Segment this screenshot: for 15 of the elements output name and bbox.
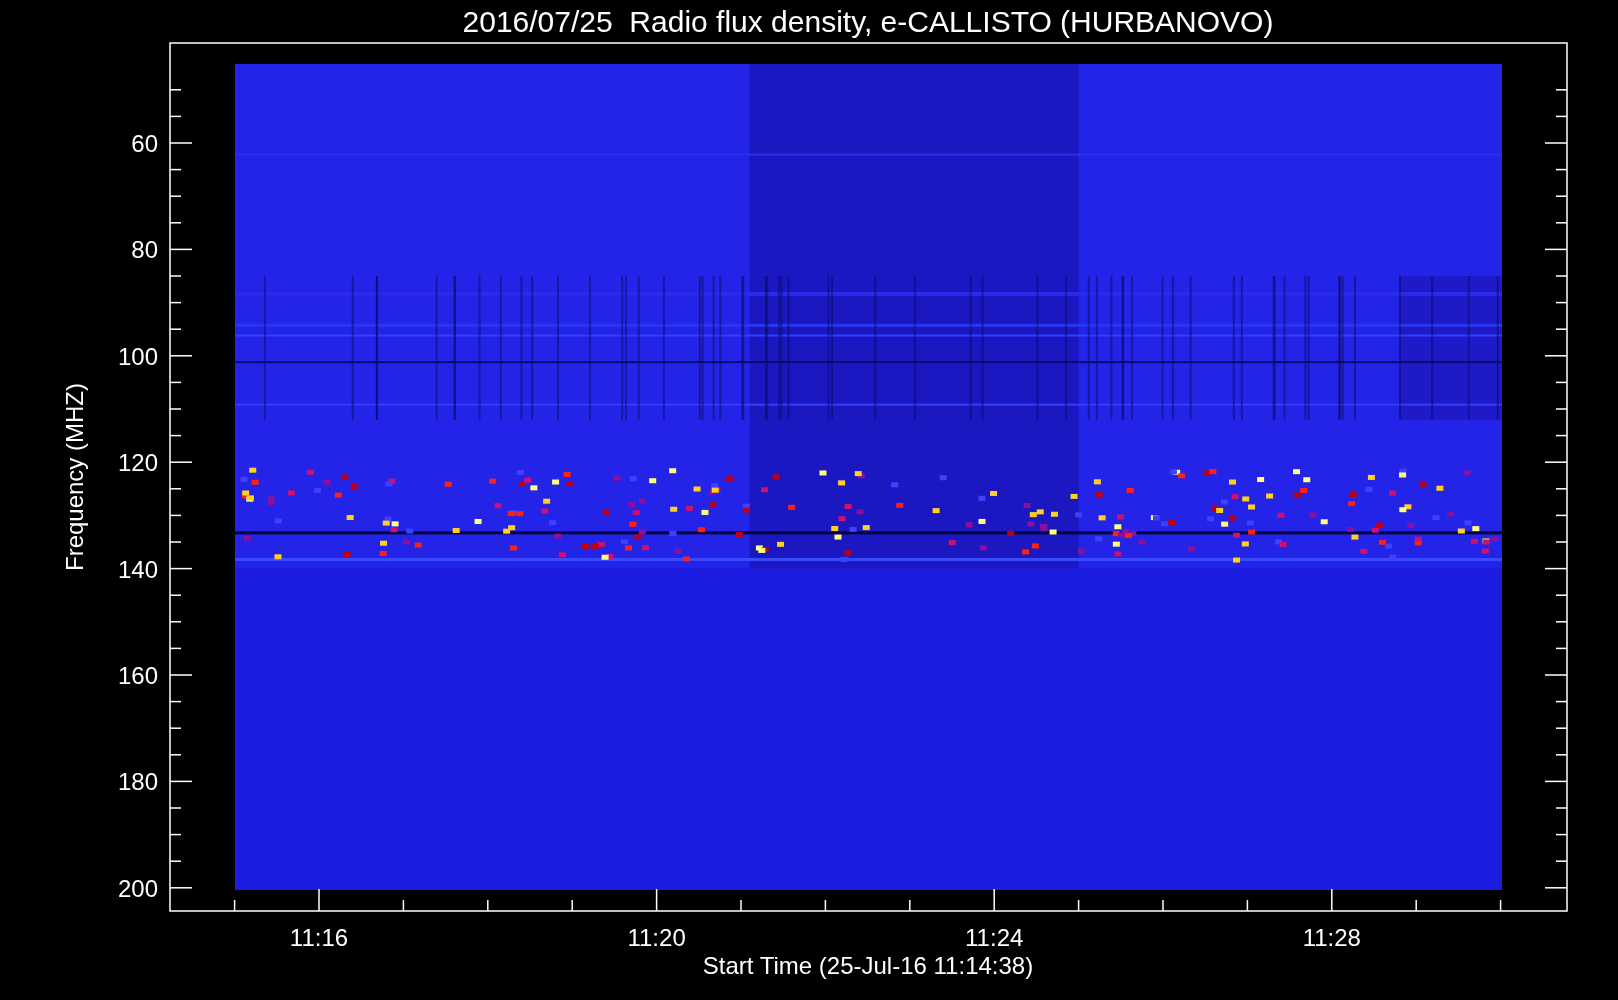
tick-label: 11:28 — [1302, 924, 1361, 951]
tick-label: 11:20 — [627, 924, 686, 951]
axis-label: Start Time (25-Jul-16 11:14:38) — [702, 952, 1034, 979]
tick-label: 140 — [117, 555, 158, 583]
axis-label: Frequency (MHZ) — [61, 383, 88, 571]
tick-label: 80 — [131, 236, 158, 264]
tick-label: 60 — [131, 130, 158, 157]
tick-label: 160 — [117, 662, 158, 689]
tick-label: 180 — [117, 768, 158, 796]
tick-label: 200 — [117, 874, 158, 902]
tick-label: 120 — [117, 449, 158, 477]
tick-label: 11:16 — [289, 924, 349, 951]
tick-label: 100 — [117, 342, 158, 370]
chart-title: 2016/07/25 Radio flux density, e-CALLISTO (HURBANOVO) — [462, 5, 1274, 38]
tick-label: 11:24 — [965, 924, 1024, 951]
